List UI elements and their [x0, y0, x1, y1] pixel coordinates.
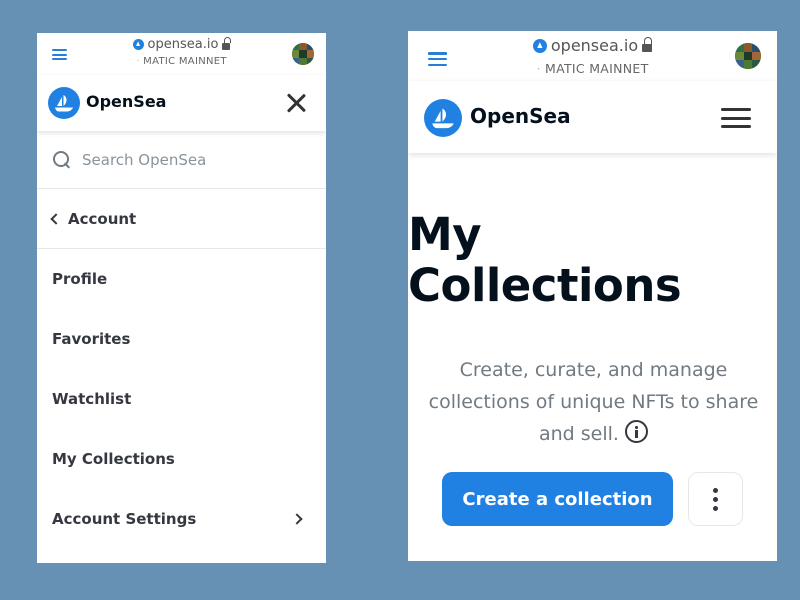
address-bar[interactable]: opensea.io MATIC MAINNET — [37, 36, 326, 67]
menu-item-label: Profile — [52, 270, 108, 288]
chevron-right-icon — [291, 513, 303, 525]
info-icon[interactable] — [624, 420, 648, 443]
lock-icon — [642, 37, 653, 52]
hamburger-icon[interactable] — [721, 108, 751, 128]
menu-item-favorites[interactable]: Favorites — [37, 309, 326, 369]
avatar[interactable] — [735, 43, 761, 69]
menu-item-my-collections[interactable]: My Collections — [37, 429, 326, 489]
menu-item-label: My Collections — [52, 450, 175, 468]
brand-name[interactable]: OpenSea — [470, 104, 571, 128]
browser-bar: opensea.io MATIC MAINNET — [37, 33, 326, 75]
lock-icon — [222, 36, 231, 50]
page-description: Create, curate, and manage collections o… — [426, 354, 761, 450]
network-label: MATIC MAINNET — [408, 61, 777, 76]
page-title: My Collections — [408, 208, 682, 312]
menu-item-profile[interactable]: Profile — [37, 249, 326, 309]
browser-bar: opensea.io MATIC MAINNET — [408, 31, 777, 81]
opensea-logo-icon[interactable] — [48, 87, 80, 119]
description-text: Create, curate, and manage collections o… — [428, 359, 759, 445]
back-label: Account — [68, 209, 137, 228]
network-label: MATIC MAINNET — [37, 56, 326, 67]
search-icon — [53, 151, 71, 169]
address-bar[interactable]: opensea.io MATIC MAINNET — [408, 36, 777, 76]
avatar[interactable] — [292, 43, 314, 65]
menu-item-label: Account Settings — [52, 510, 197, 528]
site-header: OpenSea — [37, 75, 326, 131]
menu-list: Search OpenSea Account Profile Favorites… — [37, 131, 326, 549]
menu-screen: opensea.io MATIC MAINNET OpenSea — [37, 33, 326, 563]
url-text: opensea.io — [147, 37, 219, 52]
close-icon[interactable] — [286, 93, 306, 113]
menu-item-label: Favorites — [52, 330, 131, 348]
create-collection-button[interactable]: Create a collection — [442, 472, 673, 526]
menu-item-account-settings[interactable]: Account Settings — [37, 489, 326, 549]
more-options-button[interactable] — [688, 472, 743, 526]
menu-item-watchlist[interactable]: Watchlist — [37, 369, 326, 429]
site-favicon — [132, 39, 144, 50]
opensea-logo-icon[interactable] — [424, 99, 462, 137]
site-favicon — [532, 39, 547, 53]
brand-name[interactable]: OpenSea — [86, 92, 166, 111]
search-input[interactable]: Search OpenSea — [37, 131, 326, 189]
menu-item-label: Watchlist — [52, 390, 132, 408]
url-text: opensea.io — [550, 36, 639, 55]
back-to-account[interactable]: Account — [37, 189, 326, 249]
search-placeholder: Search OpenSea — [82, 151, 207, 169]
site-header: OpenSea — [408, 81, 777, 153]
chevron-left-icon — [50, 212, 62, 225]
more-vertical-icon — [713, 487, 718, 493]
collections-screen: opensea.io MATIC MAINNET OpenSea — [408, 31, 777, 561]
